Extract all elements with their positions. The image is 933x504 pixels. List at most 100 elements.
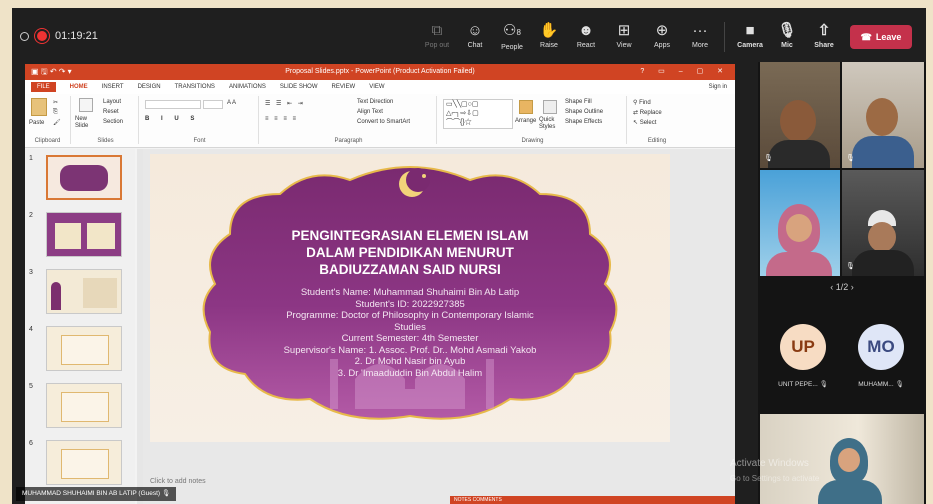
mic-off-icon: 🎙 xyxy=(895,381,904,388)
sign-in-link[interactable]: Sign in xyxy=(709,84,727,90)
chat-icon: ☺ xyxy=(467,22,483,39)
pop-out-icon: ⧉ xyxy=(431,22,443,39)
reset-button[interactable]: Reset xyxy=(103,109,119,115)
slide-thumbnail-1[interactable] xyxy=(46,155,122,200)
font-size-box[interactable] xyxy=(203,100,223,109)
tab-design[interactable]: DESIGN xyxy=(138,84,161,90)
view-button[interactable]: ⊞ View xyxy=(607,22,641,49)
ppt-status-bar: NOTES COMMENTS xyxy=(450,496,735,504)
hand-icon: ✋ xyxy=(539,22,559,39)
text-direction-button[interactable]: Text Direction xyxy=(357,99,393,105)
recording-time: 01:19:21 xyxy=(55,30,98,42)
new-slide-button[interactable]: New Slide xyxy=(75,116,101,130)
group-font: A A B I U S Font xyxy=(141,96,259,144)
apps-button[interactable]: ⊕ Apps xyxy=(645,22,679,49)
more-button[interactable]: ··· More xyxy=(683,22,717,49)
tab-insert[interactable]: INSERT xyxy=(102,84,124,90)
align-text-button[interactable]: Align Text xyxy=(357,109,383,115)
group-paragraph: ☰ ☰ ⇤ ⇥ ≡ ≡ ≡ ≡ Text Direction Align Tex… xyxy=(261,96,437,144)
smiley-icon: ☻ xyxy=(578,22,594,39)
participant-name-mo: MUHAMM... 🎙 xyxy=(858,381,904,388)
notes-placeholder[interactable]: Click to add notes xyxy=(150,478,206,485)
slide-thumbnail-5[interactable] xyxy=(46,383,122,428)
cut-icon[interactable]: ✂ xyxy=(53,99,58,106)
video-tile-2[interactable]: 🎙 xyxy=(842,62,924,168)
pop-out-button[interactable]: ⧉ Pop out xyxy=(420,22,454,49)
convert-smartart-button[interactable]: Convert to SmartArt xyxy=(357,119,410,125)
shield-icon xyxy=(20,31,29,41)
group-clipboard: Paste ✂ ⎘ 🖌 Clipboard xyxy=(25,96,71,144)
new-slide-icon[interactable] xyxy=(79,98,93,112)
tab-file[interactable]: FILE xyxy=(31,82,56,92)
participant-pager[interactable]: ‹ 1/2 › xyxy=(758,282,926,292)
tab-home[interactable]: HOME xyxy=(70,84,88,90)
font-style-buttons[interactable]: B I U S xyxy=(145,116,199,122)
avatar-mo[interactable]: MO xyxy=(858,324,904,370)
ppt-title-bar: ▣ 🖫 ↶ ↷ ▾ Proposal Slides.pptx - PowerPo… xyxy=(25,64,735,80)
participants-panel: 🎙 🎙 🎙 ‹ 1/2 › UP MO UNIT PEPE... 🎙 MUHAM… xyxy=(758,62,926,504)
slide-thumbnail-4[interactable] xyxy=(46,326,122,371)
font-name-box[interactable] xyxy=(145,100,201,109)
tab-view[interactable]: VIEW xyxy=(369,84,384,90)
font-grow-icon[interactable]: A A xyxy=(227,100,236,106)
shape-fill-button[interactable]: Shape Fill xyxy=(565,99,592,105)
video-tile-3[interactable] xyxy=(760,170,840,276)
shape-outline-button[interactable]: Shape Outline xyxy=(565,109,603,115)
leave-button[interactable]: ☎ Leave xyxy=(850,25,912,49)
camera-button[interactable]: ■ Camera xyxy=(733,22,767,49)
mic-off-icon: 🎙 xyxy=(819,381,828,388)
people-icon: ⚇8 xyxy=(503,22,521,39)
mic-off-icon: 🎙 xyxy=(846,155,855,162)
record-icon xyxy=(37,31,47,41)
react-button[interactable]: ☻ React xyxy=(569,22,603,49)
share-button[interactable]: ⇧ Share xyxy=(807,22,841,49)
slide-thumbnail-6[interactable] xyxy=(46,440,122,485)
layout-button[interactable]: Layout xyxy=(103,99,121,105)
current-slide[interactable]: PENGINTEGRASIAN ELEMEN ISLAM DALAM PENDI… xyxy=(150,154,670,442)
mic-off-icon: 🎙 xyxy=(764,155,773,162)
chevron-right-icon[interactable]: › xyxy=(851,282,854,292)
apps-icon: ⊕ xyxy=(655,22,669,39)
quick-access-icons[interactable]: ▣ 🖫 ↶ ↷ ▾ xyxy=(31,64,72,80)
quick-styles-button[interactable]: Quick Styles xyxy=(539,117,561,131)
slide-thumbnail-2[interactable] xyxy=(46,212,122,257)
find-button[interactable]: ⚲ Find xyxy=(633,99,651,106)
group-label: Clipboard xyxy=(34,138,61,144)
tab-transitions[interactable]: TRANSITIONS xyxy=(175,84,215,90)
align-icons[interactable]: ≡ ≡ ≡ ≡ xyxy=(265,116,298,122)
video-tile-1[interactable]: 🎙 xyxy=(760,62,840,168)
mic-button[interactable]: 🎙 Mic xyxy=(770,22,804,49)
section-button[interactable]: Section xyxy=(103,119,123,125)
mic-off-icon: 🎙 xyxy=(161,490,171,497)
tab-review[interactable]: REVIEW xyxy=(332,84,356,90)
copy-icon[interactable]: ⎘ xyxy=(53,109,58,116)
paste-icon[interactable] xyxy=(31,98,47,116)
avatar-up[interactable]: UP xyxy=(780,324,826,370)
list-icons[interactable]: ☰ ☰ ⇤ ⇥ xyxy=(265,100,305,107)
format-painter-icon[interactable]: 🖌 xyxy=(53,119,61,126)
slide-body: Student's Name: Muhammad Shuhaimi Bin Ab… xyxy=(283,287,537,379)
quick-styles-icon[interactable] xyxy=(543,100,557,114)
shapes-gallery[interactable]: ▭╲╲▢○▢ △⌐┐⇨⇩▢ ⌒⌒{}☆ xyxy=(443,99,513,129)
tab-animations[interactable]: ANIMATIONS xyxy=(229,84,266,90)
toolbar-divider xyxy=(724,22,725,52)
chat-button[interactable]: ☺ Chat xyxy=(458,22,492,49)
shape-effects-button[interactable]: Shape Effects xyxy=(565,119,602,125)
slide-title: PENGINTEGRASIAN ELEMEN ISLAM DALAM PENDI… xyxy=(291,228,529,277)
people-button[interactable]: ⚇8 People xyxy=(495,22,529,51)
tab-slide-show[interactable]: SLIDE SHOW xyxy=(280,84,318,90)
video-tile-4[interactable]: 🎙 xyxy=(842,170,924,276)
ellipsis-icon: ··· xyxy=(692,22,708,39)
slide-thumbnail-3[interactable] xyxy=(46,269,122,314)
raise-hand-button[interactable]: ✋ Raise xyxy=(532,22,566,49)
ribbon: Paste ✂ ⎘ 🖌 Clipboard New Slide Layout R… xyxy=(25,94,735,148)
window-controls[interactable]: ? ▭ – ▢ ✕ xyxy=(640,64,729,80)
arrange-icon[interactable] xyxy=(519,100,533,114)
recording-indicator: 01:19:21 xyxy=(20,30,98,42)
paste-button[interactable]: Paste xyxy=(29,120,44,126)
select-button[interactable]: ↖ Select xyxy=(633,119,656,126)
arrange-button[interactable]: Arrange xyxy=(515,118,536,124)
share-icon: ⇧ xyxy=(817,22,831,39)
ribbon-tabs: FILE HOME INSERT DESIGN TRANSITIONS ANIM… xyxy=(25,80,735,94)
replace-button[interactable]: ⇄ Replace xyxy=(633,109,662,116)
